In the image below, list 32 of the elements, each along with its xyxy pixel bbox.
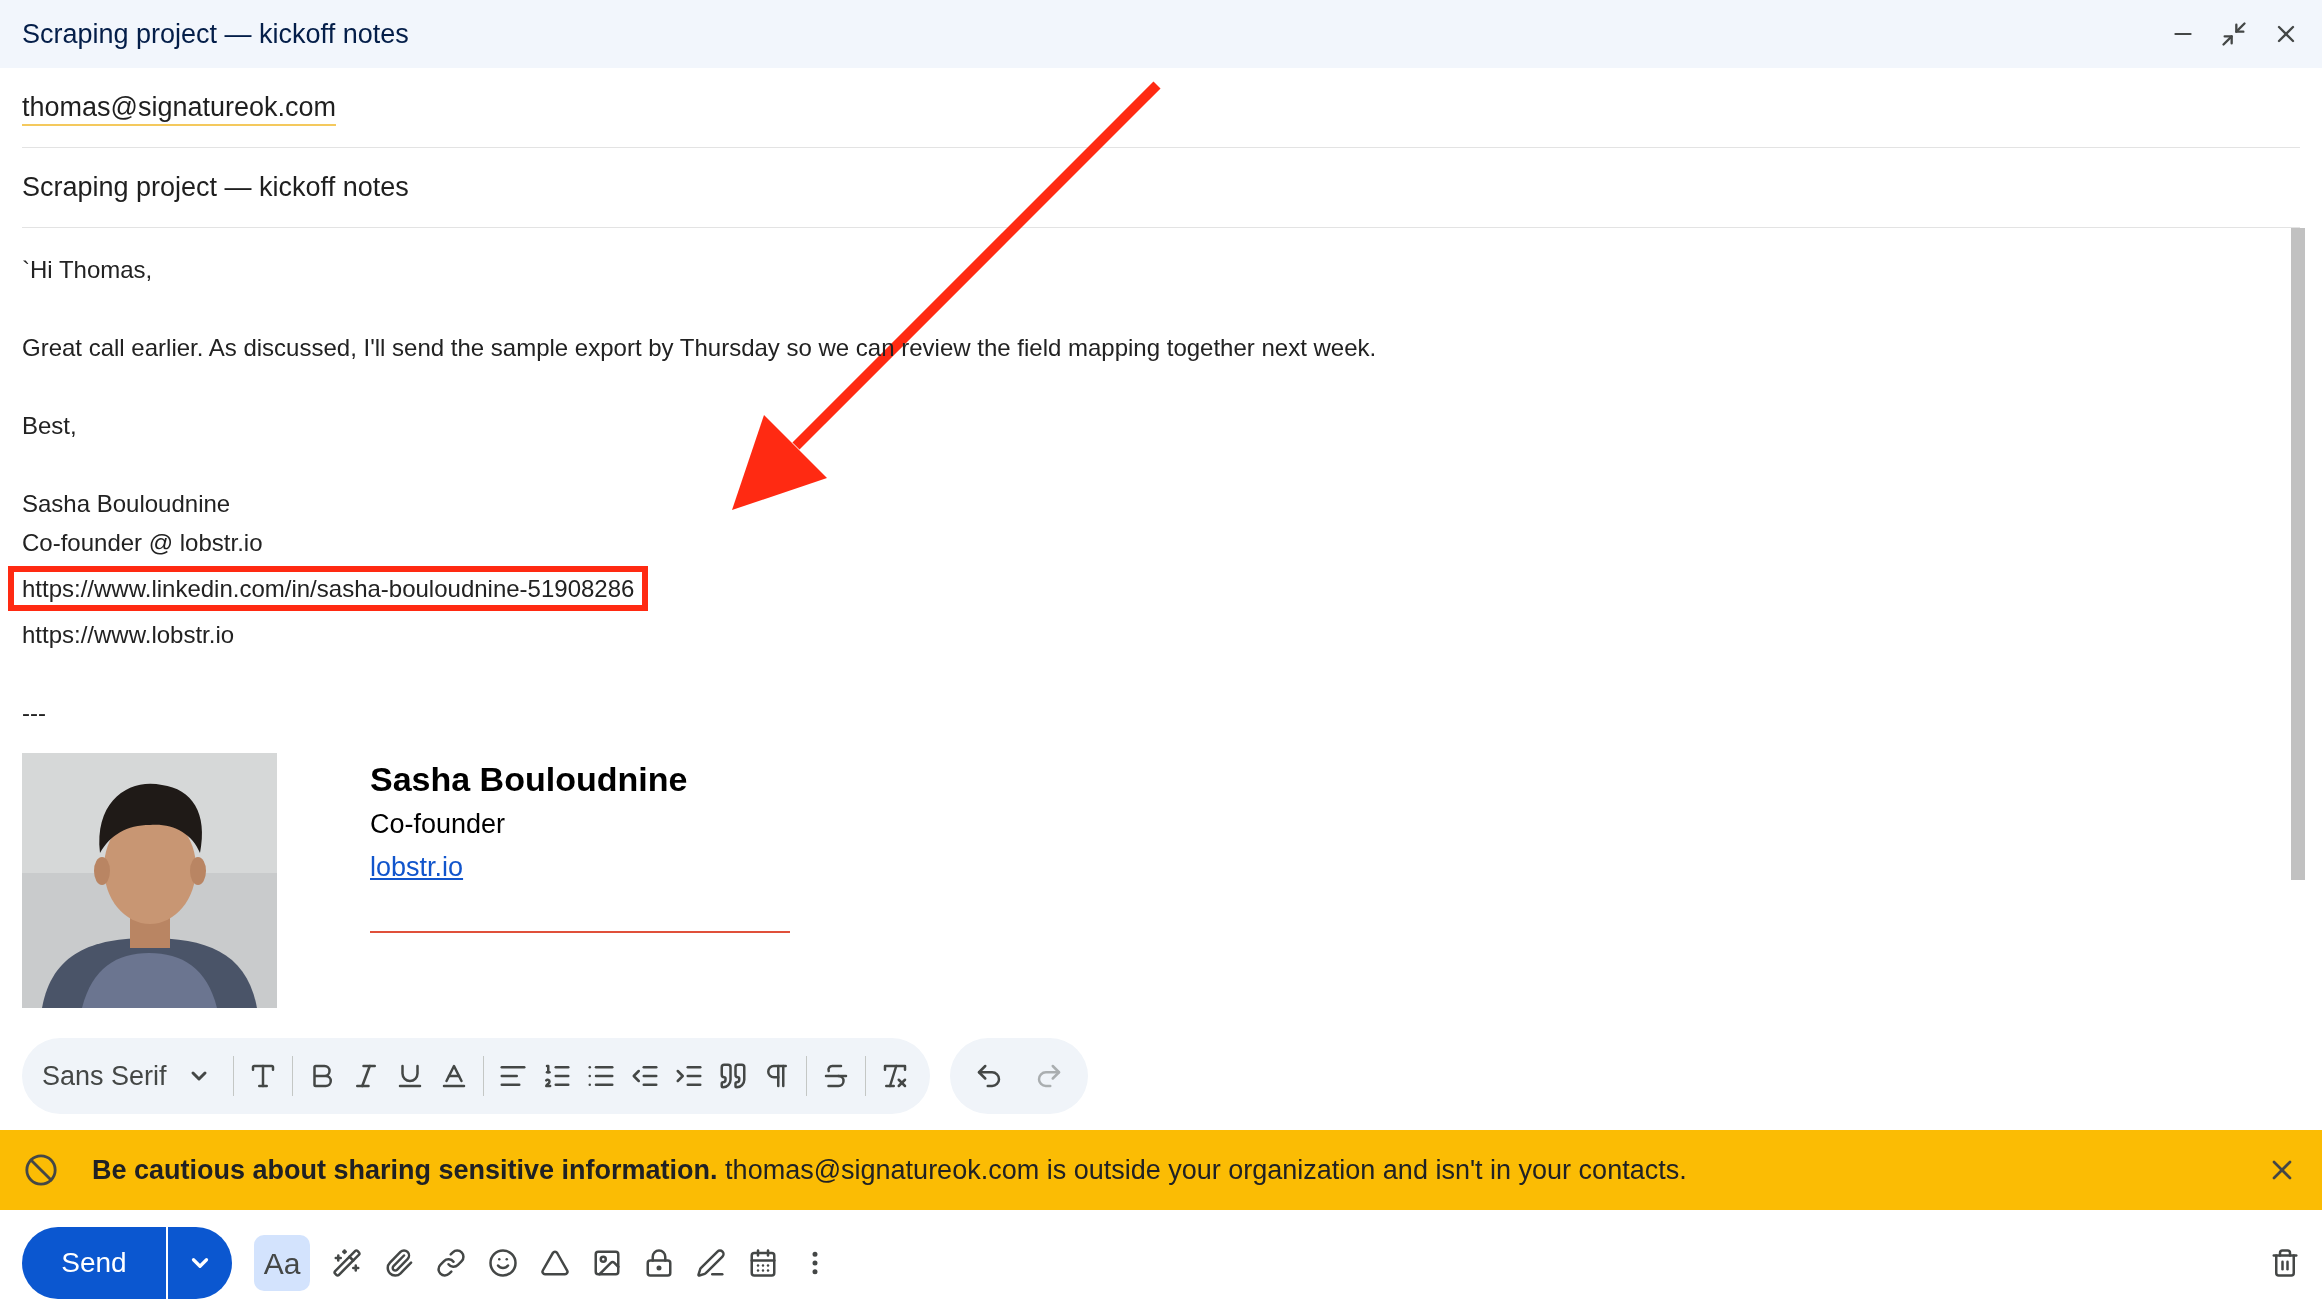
lock-icon[interactable]: [644, 1248, 674, 1278]
send-button[interactable]: Send: [22, 1227, 166, 1299]
body-text: ---: [22, 698, 46, 728]
body-text: Sasha Bouloudnine: [22, 489, 231, 519]
quote-icon[interactable]: [717, 1061, 748, 1091]
body-text: https://www.lobstr.io: [22, 620, 235, 650]
paperclip-icon[interactable]: [384, 1248, 414, 1278]
magic-wand-icon[interactable]: [332, 1248, 362, 1278]
window-title: Scraping project — kickoff notes: [22, 17, 410, 51]
ban-icon: [24, 1153, 58, 1187]
body-text: Best,: [22, 411, 77, 441]
signature-name: Sasha Bouloudnine: [370, 759, 689, 800]
send-options-button[interactable]: [168, 1227, 232, 1299]
triangle-icon[interactable]: [540, 1248, 570, 1278]
signature-role: Co-founder: [370, 808, 507, 841]
trash-icon[interactable]: [2270, 1248, 2300, 1278]
warning-message: Be cautious about sharing sensitive information. thomas@signatureok.com is outside your organization and isn't in your contacts.: [92, 1153, 1688, 1187]
calendar-icon[interactable]: [748, 1248, 778, 1278]
emoji-icon[interactable]: [488, 1248, 518, 1278]
shrink-icon[interactable]: [2220, 20, 2248, 48]
recipient-chip[interactable]: thomas@signatureok.com: [22, 89, 337, 126]
pen-icon[interactable]: [696, 1248, 726, 1278]
scrollbar[interactable]: [2291, 228, 2305, 880]
formatting-button[interactable]: Aa: [254, 1235, 310, 1291]
body-text: Co-founder @ lobstr.io: [22, 528, 263, 558]
body-text: `Hi Thomas,: [22, 255, 153, 285]
subject-field[interactable]: Scraping project — kickoff notes: [22, 167, 409, 208]
link-icon[interactable]: [436, 1248, 466, 1278]
font-dropdown[interactable]: Sans Serif: [42, 1055, 219, 1097]
signature-link[interactable]: lobstr.io: [370, 847, 464, 887]
image-icon[interactable]: [592, 1248, 622, 1278]
linkedin-link[interactable]: https://www.linkedin.com/in/sasha-bouloudnine-51908286: [22, 575, 635, 602]
